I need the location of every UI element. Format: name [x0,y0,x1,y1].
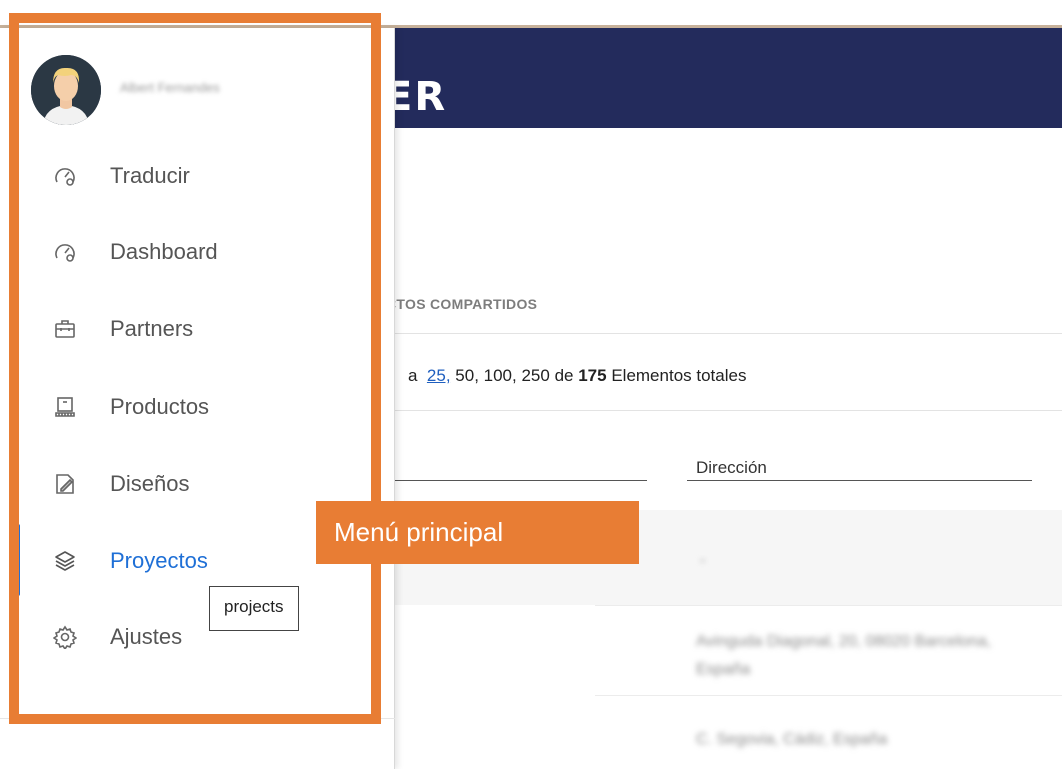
pencil-paper-icon [52,471,78,497]
tooltip-projects: projects [209,586,299,631]
pager-suffix: Elementos totales [611,366,747,385]
sidebar-footer-divider [0,718,395,719]
gear-icon [52,624,78,650]
sidebar-item-label: Ajustes [110,624,183,649]
user-name: Albert Fernandes [120,80,220,95]
pager-prefix: a [408,366,418,385]
page-size-options[interactable]: 50, 100, 250 [455,366,550,385]
pagination-bar: a 25, 50, 100, 250 de 175 Elementos tota… [408,366,746,386]
sidebar-item-label: Proyectos [110,548,208,573]
sidebar-item-partners[interactable]: Partners [0,301,395,357]
avatar[interactable] [31,55,101,125]
sidebar-item-label: Traducir [110,163,190,188]
callout-label: Menú principal [316,501,639,564]
layers-icon [52,548,78,574]
row-divider [595,605,1062,606]
sidebar-item-label: Partners [110,316,194,341]
sidebar-item-traducir[interactable]: Traducir [0,148,395,204]
pager-de: de [554,366,574,385]
tabs-divider [395,333,1062,334]
table-cell-address: Avinguda Diagonal, 20, 08020 Barcelona, … [696,633,992,678]
column-header-direccion[interactable]: Dirección [696,458,767,478]
column-underline-left [395,480,647,481]
gauge-icon [52,239,78,265]
table-cell-address: - [700,552,706,569]
tab-shared-projects[interactable]: CTOS COMPARTIDOS [386,296,537,312]
total-count: 175 [578,366,607,385]
row-divider [595,695,1062,696]
machine-icon [52,394,78,420]
app-header: ER [385,28,1062,128]
gauge-icon [52,163,78,189]
sidebar-item-dashboard[interactable]: Dashboard [0,224,395,280]
briefcase-icon [52,316,78,342]
sidebar-item-productos[interactable]: Productos [0,379,395,435]
callout-text: Menú principal [334,517,504,547]
column-underline-direccion [687,480,1032,481]
sidebar-item-ajustes[interactable]: Ajustes [0,609,395,665]
sidebar: Albert Fernandes Traducir Dashboard Part… [0,28,395,769]
sidebar-item-label: Productos [110,394,210,419]
table-cell-address: C. Segovia, Cádiz, España [696,731,888,748]
sidebar-item-label: Diseños [110,471,190,496]
pager-divider [395,410,1062,411]
user-avatar-icon [31,55,101,125]
sidebar-item-label: Dashboard [110,239,218,264]
page-size-option-25[interactable]: 25, [427,366,451,385]
